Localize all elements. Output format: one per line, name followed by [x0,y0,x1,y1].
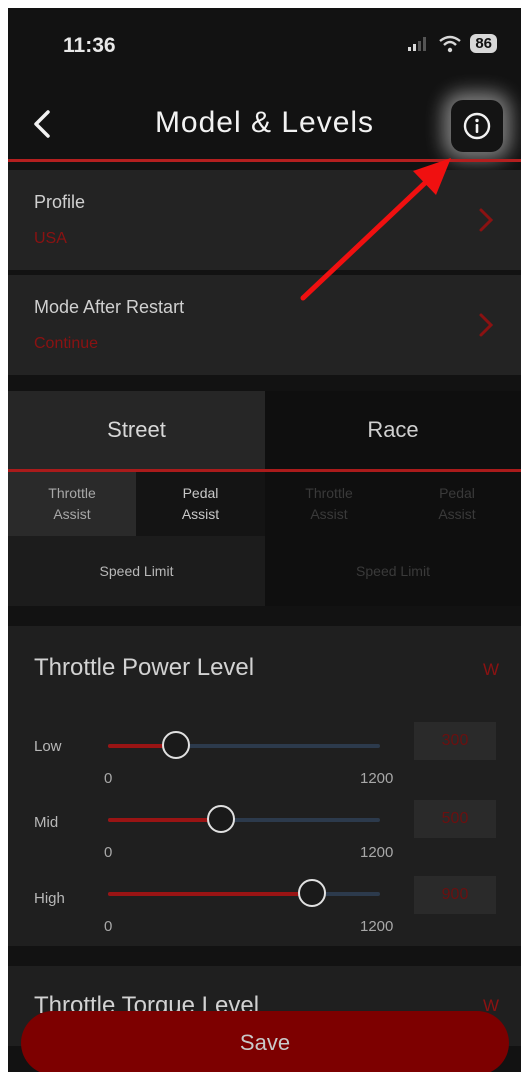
slider-low[interactable] [108,731,380,759]
subtab-label: Pedal [182,485,219,501]
slider-fill [108,892,312,896]
slider-fill [108,818,222,822]
subtab-street-throttle-assist[interactable]: Throttle Assist [8,472,136,536]
status-time: 11:36 [63,34,116,57]
profile-row[interactable]: Profile USA [8,170,521,270]
slider-max: 1200 [360,918,394,935]
info-button[interactable] [451,100,503,152]
subtab-street-speed-limit[interactable]: Speed Limit [8,536,265,606]
profile-value: USA [34,230,67,247]
mode-tabs: Street Race Throttle Assist Pedal Assist… [8,391,521,606]
info-icon [463,112,491,140]
subtab-label: Assist [310,506,348,522]
panel-title: Throttle Power Level [34,654,255,681]
subtab-label: Assist [53,506,91,522]
battery-icon: 86 [470,34,497,53]
mode-after-restart-row[interactable]: Mode After Restart Continue [8,275,521,375]
wifi-icon [439,35,462,52]
tab-street[interactable]: Street [8,391,265,469]
subtab-street-pedal-assist[interactable]: Pedal Assist [136,472,265,536]
subtab-race-throttle-assist[interactable]: Throttle Assist [265,472,393,536]
subtab-label: Assist [181,506,220,522]
slider-max: 1200 [360,770,394,787]
slider-min: 0 [104,918,113,935]
profile-label: Profile [34,192,86,212]
throttle-power-panel: Throttle Power Level W Low 0 1200 300 Mi… [8,626,521,946]
chevron-right-icon [479,208,494,232]
slider-min: 0 [104,844,113,861]
slider-label-mid: Mid [34,814,59,831]
unit-label: W [482,660,499,679]
slider-thumb[interactable] [298,879,326,907]
save-button[interactable]: Save [21,1011,509,1072]
status-bar: 11:36 86 [8,8,521,88]
phone-screen: 11:36 86 Model & Levels Profile USA Mode… [8,8,521,1072]
header-divider [8,159,521,162]
slider-thumb[interactable] [162,731,190,759]
chevron-right-icon [479,313,494,337]
slider-max: 1200 [360,844,394,861]
mode-after-restart-label: Mode After Restart [34,297,185,317]
subtab-label: Throttle [48,485,96,501]
slider-mid[interactable] [108,805,380,833]
slider-high[interactable] [108,879,380,907]
subtab-label: Assist [438,506,476,522]
value-input-mid[interactable]: 500 [414,800,496,838]
slider-thumb[interactable] [207,805,236,833]
subtab-label: Throttle [305,485,353,501]
signal-icon [408,36,427,51]
tab-race[interactable]: Race [265,391,521,469]
mode-after-restart-value: Continue [34,335,99,352]
subtab-race-speed-limit[interactable]: Speed Limit [265,536,521,606]
value-input-high[interactable]: 900 [414,876,496,914]
slider-label-low: Low [34,738,62,755]
slider-label-high: High [34,890,65,907]
subtab-race-pedal-assist[interactable]: Pedal Assist [393,472,521,536]
value-input-low[interactable]: 300 [414,722,496,760]
app-header: Model & Levels [8,88,521,166]
slider-min: 0 [104,770,113,787]
status-icons: 86 [408,34,497,53]
subtab-label: Pedal [439,485,475,501]
page-title: Model & Levels [154,106,375,139]
